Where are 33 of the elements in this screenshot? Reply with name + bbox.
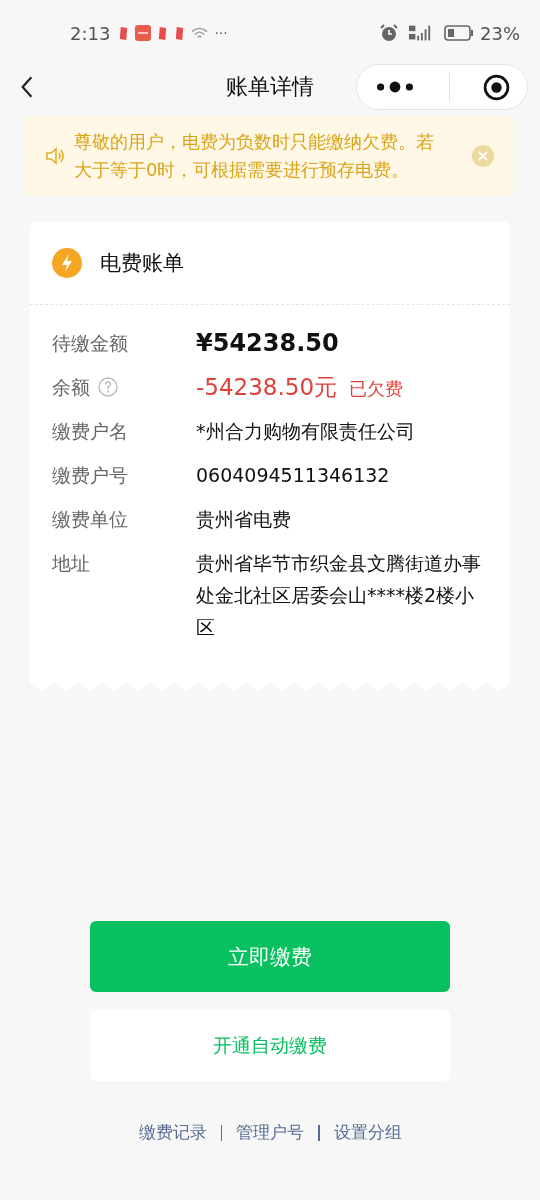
signal-icon [408,24,432,42]
field-label: 缴费户名 [52,419,128,444]
battery-icon [444,25,474,41]
amount-due: ¥54238.50 [196,328,340,359]
notice-text: 尊敬的用户，电费为负数时只能缴纳欠费。若大于等于0时，可根据需要进行预存电费。 [74,130,435,182]
notification-icon [118,25,130,41]
notification-icon [174,25,186,41]
field-value: 贵州省毕节市织金县文腾街道办事处金北社区居委会山****楼2楼小区 [196,551,482,640]
bill-title: 电费账单 [100,250,184,277]
field-label: 缴费户号 [52,463,128,488]
footer-link[interactable]: 缴费记录 [138,1121,207,1144]
lightning-icon [52,248,82,278]
field-label: 缴费单位 [52,507,128,532]
field-label: 待缴金额 [52,331,128,356]
speaker-icon [44,145,66,167]
footer-link[interactable]: 设置分组 [333,1121,402,1144]
balance-value: -54238.50元 [196,373,338,402]
footer-link[interactable]: 管理户号 [236,1121,304,1144]
wifi-icon [191,26,209,40]
page-title: 账单详情 [226,73,314,101]
field-label: 余额 [52,375,90,400]
status-time: 2:13 [70,22,111,44]
arrears-status: 已欠费 [349,377,404,401]
field-label: 地址 [52,551,90,576]
field-value: 贵州省电费 [196,507,292,532]
app-icon [135,25,152,41]
battery-percent: 23% [480,22,520,44]
alarm-icon [380,24,398,42]
back-icon[interactable] [20,75,34,99]
notification-icon [157,25,169,41]
field-value: 0604094511346132 [196,463,391,488]
field-value: *州合力购物有限责任公司 [196,419,416,444]
status-more: ··· [214,25,228,41]
